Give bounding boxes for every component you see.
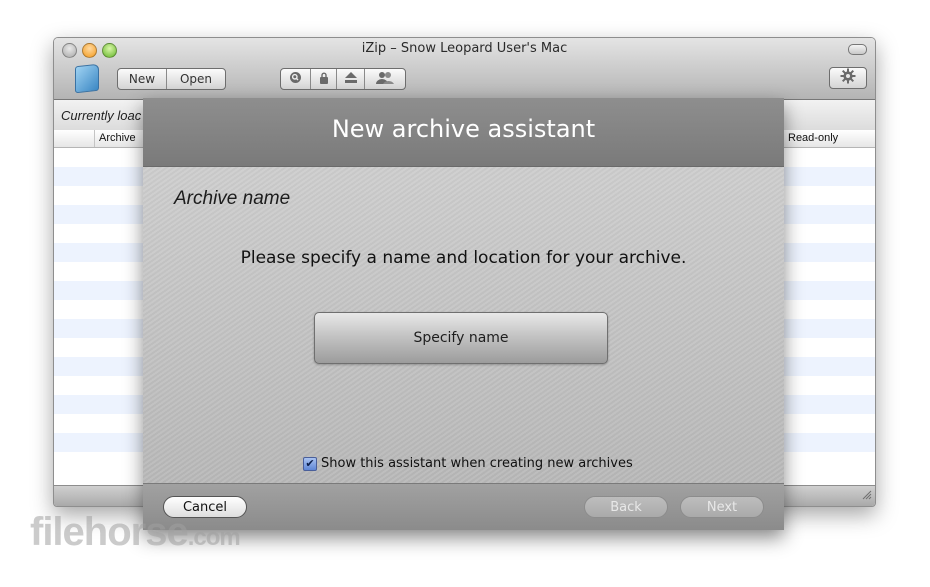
window-title: iZip – Snow Leopard User's Mac — [361, 41, 568, 56]
new-button[interactable]: New — [118, 69, 167, 89]
watermark-logo: filehorse.com — [30, 510, 241, 555]
app-logo-icon — [75, 63, 99, 94]
specify-name-button[interactable]: Specify name — [314, 312, 608, 364]
column-read-only[interactable]: Read-only — [788, 132, 838, 144]
sheet-title: New archive assistant — [331, 115, 596, 143]
open-button[interactable]: Open — [167, 69, 225, 89]
eject-icon — [344, 72, 357, 86]
new-open-segmented-control: New Open — [117, 68, 226, 90]
settings-button[interactable] — [829, 67, 867, 89]
resize-grip-icon[interactable] — [862, 490, 872, 503]
actions-segmented-control — [280, 68, 406, 90]
show-assistant-option[interactable]: ✔ Show this assistant when creating new … — [303, 456, 633, 471]
search-button[interactable] — [281, 69, 311, 89]
gear-icon — [840, 68, 856, 88]
eject-button[interactable] — [337, 69, 365, 89]
show-assistant-label[interactable]: Show this assistant when creating new ar… — [321, 456, 633, 471]
next-button[interactable]: Next — [680, 496, 764, 518]
column-archive[interactable]: Archive — [99, 132, 136, 144]
checkmark-icon: ✔ — [305, 457, 315, 470]
watermark-suffix: .com — [187, 524, 241, 551]
instruction-text: Please specify a name and location for y… — [240, 248, 687, 268]
titlebar: iZip – Snow Leopard User's Mac New Open — [54, 38, 875, 100]
column-separator[interactable] — [94, 130, 95, 147]
currently-loaded-label: Currently loac — [61, 108, 142, 123]
lock-icon — [319, 72, 329, 87]
toolbar-toggle-button[interactable] — [848, 44, 867, 55]
users-icon — [375, 71, 395, 87]
search-icon — [289, 71, 302, 87]
show-assistant-checkbox[interactable]: ✔ — [303, 456, 317, 471]
section-title: Archive name — [174, 188, 291, 209]
back-button[interactable]: Back — [584, 496, 668, 518]
new-archive-assistant-sheet: New archive assistant Archive name Pleas… — [143, 98, 784, 530]
users-button[interactable] — [365, 69, 405, 89]
watermark-text: filehorse — [30, 510, 189, 554]
sheet-header: New archive assistant — [143, 98, 784, 167]
lock-button[interactable] — [311, 69, 337, 89]
